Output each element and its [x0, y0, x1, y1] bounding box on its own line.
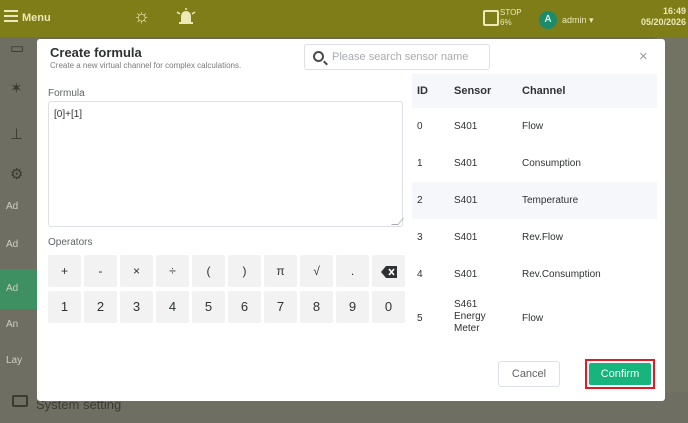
menu-icon[interactable] — [4, 10, 18, 22]
gear-icon[interactable]: ⚙ — [10, 165, 23, 183]
stop-status: STOP 6% — [500, 8, 522, 27]
monitor-icon — [12, 395, 28, 407]
row-id: 0 — [417, 121, 423, 132]
row-sensor: S401 — [454, 269, 478, 280]
edit-icon[interactable] — [483, 10, 499, 26]
row-sensor: S401 — [454, 195, 478, 206]
operator-pi-button[interactable]: π — [264, 255, 297, 287]
digit-7-button[interactable]: 7 — [264, 291, 297, 323]
table-row[interactable]: 1 S401 Consumption — [412, 145, 657, 182]
digit-4-button[interactable]: 4 — [156, 291, 189, 323]
lamp-icon[interactable]: ✶ — [10, 79, 23, 97]
row-sensor: S461 Energy Meter — [454, 299, 486, 334]
backspace-icon — [380, 265, 397, 278]
digit-5-button[interactable]: 5 — [192, 291, 225, 323]
row-id: 1 — [417, 158, 423, 169]
digit-2-button[interactable]: 2 — [84, 291, 117, 323]
sensor-table-header: ID Sensor Channel — [412, 74, 657, 108]
table-row[interactable]: 2 S401 Temperature — [412, 182, 657, 219]
row-channel: Consumption — [522, 158, 581, 169]
digit-3-button[interactable]: 3 — [120, 291, 153, 323]
operator-minus-button[interactable]: - — [84, 255, 117, 287]
row-sensor: S401 — [454, 121, 478, 132]
operator-plus-button[interactable]: + — [48, 255, 81, 287]
create-formula-dialog: Create formula Create a new virtual chan… — [37, 39, 665, 401]
digit-9-button[interactable]: 9 — [336, 291, 369, 323]
close-icon[interactable]: × — [639, 49, 648, 64]
search-icon — [313, 51, 324, 62]
sidebar-item[interactable]: Ad — [0, 239, 40, 250]
digit-1-button[interactable]: 1 — [48, 291, 81, 323]
column-header-id: ID — [417, 85, 428, 97]
row-id: 5 — [417, 313, 423, 324]
confirm-highlight: Confirm — [585, 359, 655, 389]
row-id: 2 — [417, 195, 423, 206]
sidebar: ▭ ✶ ⊥ ⚙ Ad Ad Ad An Lay — [0, 37, 40, 423]
backspace-button[interactable] — [372, 255, 405, 287]
top-bar: Menu ☼ STOP 6% A admin ▾ 16:49 05/20/2026 — [0, 0, 688, 37]
formula-input[interactable]: [0]+[1] — [48, 101, 403, 227]
table-row[interactable]: 4 S401 Rev.Consumption — [412, 256, 657, 293]
row-channel: Rev.Consumption — [522, 269, 601, 280]
user-menu[interactable]: admin ▾ — [562, 15, 594, 26]
row-id: 4 — [417, 269, 423, 280]
alarm-icon[interactable] — [175, 8, 197, 26]
row-channel: Flow — [522, 121, 544, 132]
row-channel: Rev.Flow — [522, 232, 563, 243]
operator-divide-button[interactable]: ÷ — [156, 255, 189, 287]
table-row[interactable]: 0 S401 Flow — [412, 108, 657, 145]
dialog-title: Create formula — [50, 45, 142, 60]
dialog-subtitle: Create a new virtual channel for complex… — [50, 61, 242, 70]
sidebar-item[interactable]: Ad — [0, 201, 40, 212]
column-header-channel: Channel — [522, 85, 566, 97]
cancel-button[interactable]: Cancel — [498, 361, 560, 387]
table-row[interactable]: 3 S401 Rev.Flow — [412, 219, 657, 256]
clock: 16:49 05/20/2026 — [640, 6, 686, 27]
operator-close-paren-button[interactable]: ) — [228, 255, 261, 287]
row-channel: Temperature — [522, 195, 579, 206]
avatar[interactable]: A — [539, 11, 557, 29]
brightness-icon[interactable]: ☼ — [133, 7, 150, 27]
table-row[interactable]: 5 S461 Energy Meter Flow — [412, 293, 657, 343]
digit-6-button[interactable]: 6 — [228, 291, 261, 323]
sidebar-item[interactable]: An — [0, 319, 40, 330]
row-sensor: S401 — [454, 232, 478, 243]
operator-open-paren-button[interactable]: ( — [192, 255, 225, 287]
operators-label: Operators — [48, 237, 93, 248]
digit-0-button[interactable]: 0 — [372, 291, 405, 323]
sensor-search-input[interactable] — [332, 49, 482, 65]
column-header-sensor: Sensor — [454, 85, 492, 97]
dashboard-icon[interactable]: ▭ — [10, 39, 24, 57]
operator-multiply-button[interactable]: × — [120, 255, 153, 287]
row-channel: Flow — [522, 313, 544, 324]
sensor-search — [304, 44, 490, 70]
confirm-button[interactable]: Confirm — [589, 363, 651, 385]
operator-decimal-button[interactable]: . — [336, 255, 369, 287]
sidebar-item-active[interactable]: Ad — [0, 269, 40, 309]
row-sensor: S401 — [454, 158, 478, 169]
menu-label[interactable]: Menu — [22, 12, 51, 24]
operator-sqrt-button[interactable]: √ — [300, 255, 333, 287]
sidebar-item[interactable]: Lay — [0, 355, 40, 366]
row-id: 3 — [417, 232, 423, 243]
formula-label: Formula — [48, 88, 85, 99]
digit-8-button[interactable]: 8 — [300, 291, 333, 323]
network-icon[interactable]: ⊥ — [10, 125, 23, 143]
